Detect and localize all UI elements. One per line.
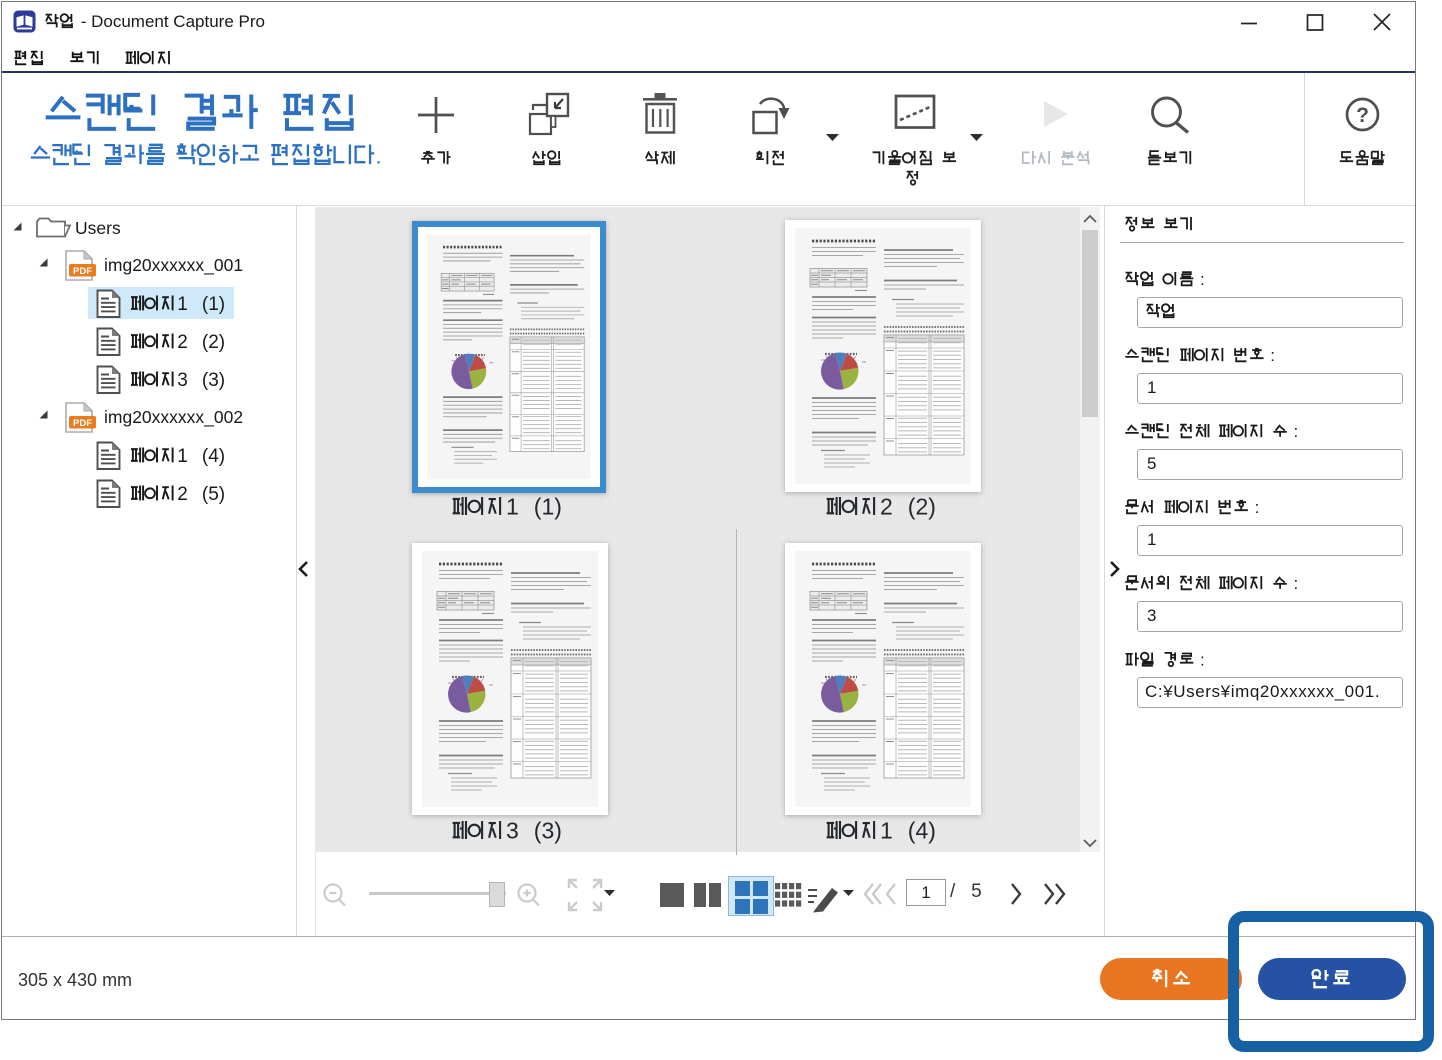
svg-text:-: - xyxy=(81,12,87,31)
svg-text:2: 2 xyxy=(880,494,893,520)
svg-text::: : xyxy=(1294,574,1299,593)
svg-text:(3): (3) xyxy=(202,370,225,391)
svg-text::: : xyxy=(1200,270,1205,289)
svg-text::: : xyxy=(1270,346,1275,365)
svg-text:3: 3 xyxy=(177,370,188,391)
svg-text:1: 1 xyxy=(177,446,188,467)
svg-text:1: 1 xyxy=(506,494,519,520)
svg-text:(3): (3) xyxy=(534,818,562,844)
svg-text:2: 2 xyxy=(177,332,188,353)
svg-text::: : xyxy=(1294,422,1299,441)
svg-text:.: . xyxy=(376,144,382,169)
svg-text::: : xyxy=(1200,651,1205,670)
svg-text:Pro: Pro xyxy=(239,12,265,31)
svg-text:(1): (1) xyxy=(202,294,225,315)
svg-text:(2): (2) xyxy=(908,494,936,520)
svg-text:(1): (1) xyxy=(534,494,562,520)
svg-text:1: 1 xyxy=(880,818,893,844)
svg-text:2: 2 xyxy=(177,484,188,505)
svg-text::: : xyxy=(1255,498,1260,517)
svg-text:Capture: Capture xyxy=(173,12,233,31)
svg-text:(4): (4) xyxy=(908,818,936,844)
svg-text:1: 1 xyxy=(177,294,188,315)
svg-text:(5): (5) xyxy=(202,484,225,505)
svg-text:3: 3 xyxy=(506,818,519,844)
svg-text:(4): (4) xyxy=(202,446,225,467)
svg-text:Document: Document xyxy=(91,12,169,31)
svg-text:(2): (2) xyxy=(202,332,225,353)
